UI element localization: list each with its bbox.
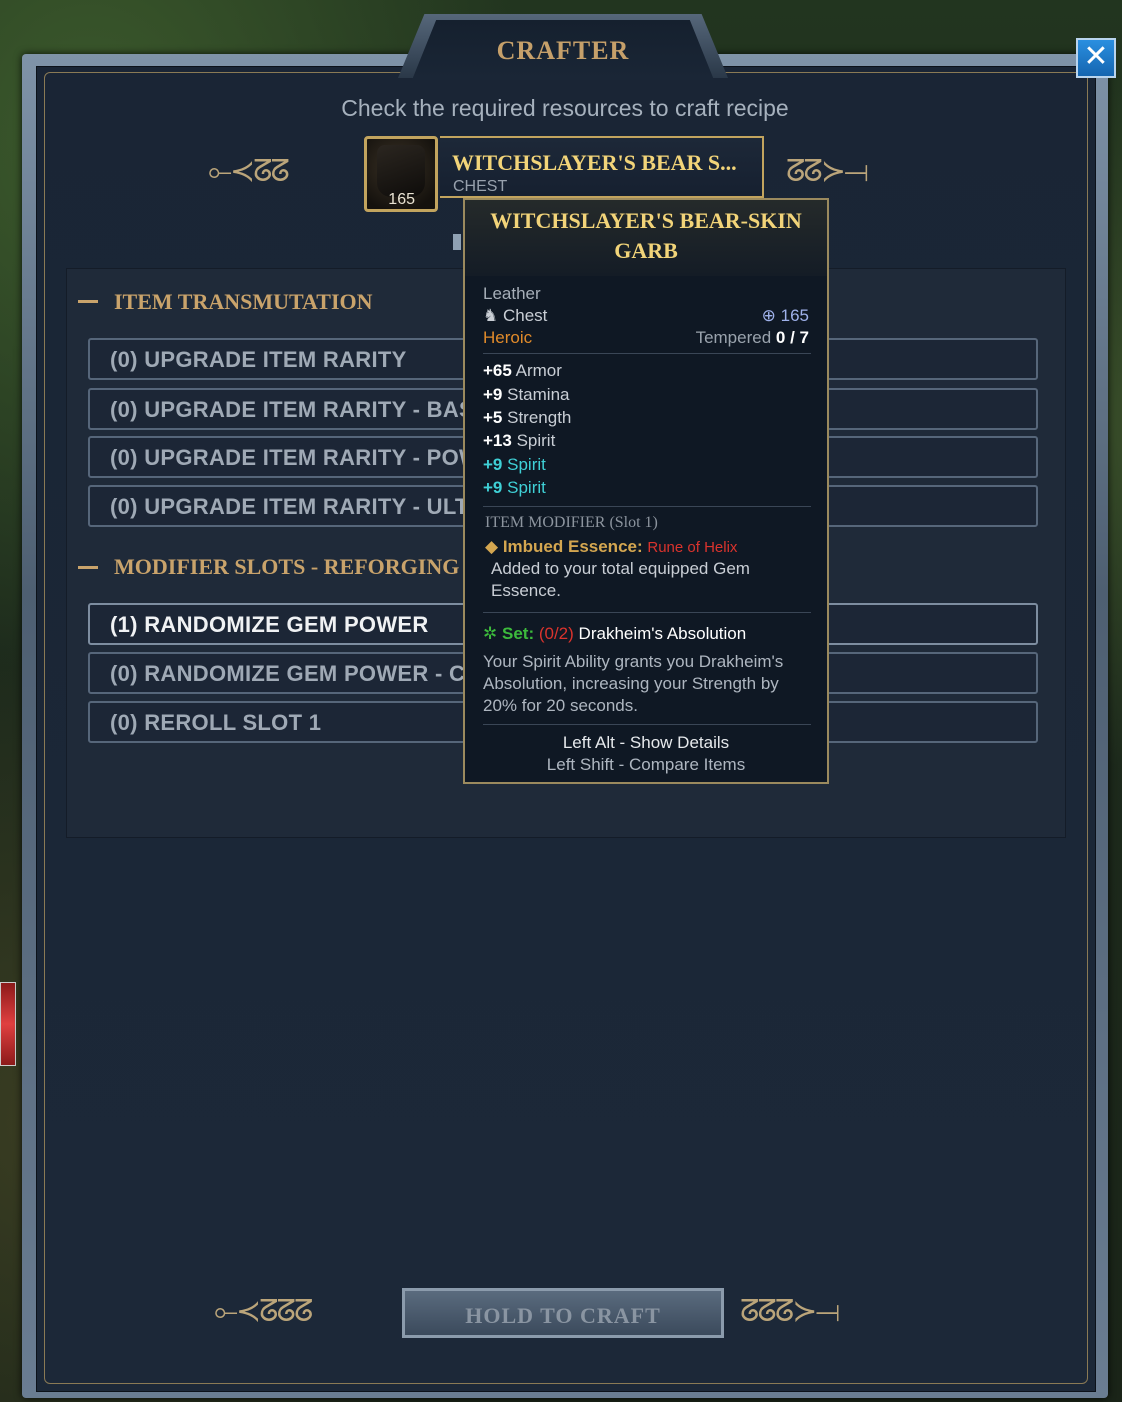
stat-line: +5 Strength xyxy=(483,408,572,427)
bonus-stat-line: +9 Spirit xyxy=(483,455,546,474)
stat-line: +13 Spirit xyxy=(483,431,556,450)
tooltip-rarity: Heroic xyxy=(483,328,533,347)
craft-button-label: HOLD TO CRAFT xyxy=(465,1303,661,1328)
recipe-label: (0) REROLL SLOT 1 xyxy=(110,710,322,735)
side-widget[interactable] xyxy=(0,982,16,1066)
tooltip-divider xyxy=(483,612,811,613)
hint-show-details: Left Alt - Show Details xyxy=(562,733,730,752)
tooltip-divider xyxy=(483,724,811,725)
modifier-name: Imbued Essence: xyxy=(502,537,643,556)
modifier-desc-2: Essence. xyxy=(491,581,561,600)
item-name: WITCHSLAYER'S BEAR S... xyxy=(452,150,737,175)
tooltip-divider xyxy=(483,353,811,354)
recipe-label: (0) UPGRADE ITEM RARITY - POW xyxy=(110,445,481,470)
item-slot[interactable]: 165 xyxy=(364,136,438,212)
tooltip-divider xyxy=(483,506,811,507)
recipe-label: (0) RANDOMIZE GEM POWER - CH xyxy=(110,661,482,686)
item-level: 165 xyxy=(388,191,415,208)
hold-to-craft-button[interactable]: HOLD TO CRAFT xyxy=(402,1288,724,1338)
set-label: Set: xyxy=(501,624,535,643)
section-title-transmutation[interactable]: ITEM TRANSMUTATION xyxy=(114,289,373,315)
tempered-label: Tempered xyxy=(695,328,772,347)
recipe-label: (0) UPGRADE ITEM RARITY - ULTI xyxy=(110,494,476,519)
tooltip-title-line2: GARB xyxy=(614,238,678,263)
section-collapse-icon[interactable] xyxy=(78,300,98,303)
ornament-right: ᘔᘔᘔ≻⟞ xyxy=(740,1294,840,1329)
modifier-desc-1: Added to your total equipped Gem xyxy=(491,559,750,578)
ornament-left: ⟜≺ᘔᘔ xyxy=(208,154,290,189)
set-name: Drakheim's Absolution xyxy=(578,624,747,643)
tooltip-header: WITCHSLAYER'S BEAR-SKIN GARB xyxy=(465,200,827,276)
modifier-line: ◆ Imbued Essence: Rune of Helix xyxy=(485,537,737,557)
set-icon: ✲ xyxy=(483,624,498,644)
tooltip-slot: ♞ Chest xyxy=(483,306,547,326)
chest-slot-icon: ♞ xyxy=(483,306,499,326)
window-subtitle: Check the required resources to craft re… xyxy=(341,95,789,121)
gem-icon: ◆ xyxy=(485,537,499,557)
ornament-right: ᘔᘔ≻⟞ xyxy=(786,154,869,189)
recipe-label: (0) UPGRADE ITEM RARITY - BASI xyxy=(110,397,481,422)
tooltip-slot-text: Chest xyxy=(502,306,548,325)
recipe-label: (0) UPGRADE ITEM RARITY xyxy=(110,347,407,372)
tooltip-gear-score-value: 165 xyxy=(780,306,809,325)
hint-compare-items: Left Shift - Compare Items xyxy=(546,755,746,774)
window-title: CRAFTER xyxy=(496,36,630,65)
stat-line: +9 Stamina xyxy=(483,385,570,404)
section-title-reforging[interactable]: MODIFIER SLOTS - REFORGING xyxy=(114,554,459,580)
set-count: (0/2) xyxy=(538,624,574,643)
chest-armor-icon xyxy=(377,145,425,197)
ornament-left: ⟜≺ᘔᘔᘔ xyxy=(214,1294,313,1329)
item-tooltip: WITCHSLAYER'S BEAR-SKIN GARB Leather ♞ C… xyxy=(463,198,829,784)
set-desc-2: Absolution, increasing your Strength by xyxy=(483,674,779,693)
scroll-marker xyxy=(453,234,461,250)
modifier-rune: Rune of Helix xyxy=(647,539,738,556)
recipe-label: (1) RANDOMIZE GEM POWER xyxy=(110,612,429,637)
close-button[interactable]: ✕ xyxy=(1076,38,1116,78)
tooltip-material: Leather xyxy=(483,284,541,303)
tooltip-title-line1: WITCHSLAYER'S BEAR-SKIN xyxy=(490,208,802,233)
set-desc-1: Your Spirit Ability grants you Drakheim'… xyxy=(483,652,784,671)
tooltip-title: WITCHSLAYER'S BEAR-SKIN GARB xyxy=(465,206,827,266)
stat-line: +65 Armor xyxy=(483,361,562,380)
item-slot-name: CHEST xyxy=(453,178,508,195)
bonus-stat-line: +9 Spirit xyxy=(483,478,546,497)
tempered-value: 0 / 7 xyxy=(775,328,809,347)
set-line: ✲ Set: (0/2) Drakheim's Absolution xyxy=(483,624,746,644)
tooltip-tempered: Tempered 0 / 7 xyxy=(696,328,809,348)
close-icon: ✕ xyxy=(1083,39,1109,74)
gear-score-icon: ⊕ xyxy=(761,306,776,326)
modifier-header: ITEM MODIFIER (Slot 1) xyxy=(485,514,658,531)
section-collapse-icon[interactable] xyxy=(78,566,98,569)
set-desc-3: 20% for 20 seconds. xyxy=(483,696,638,715)
tooltip-gear-score: ⊕ 165 xyxy=(762,306,809,326)
